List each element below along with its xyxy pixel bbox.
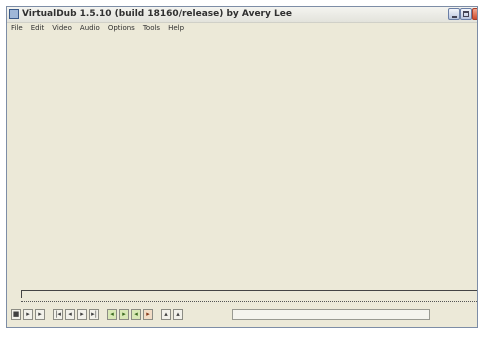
minimize-button[interactable] [448,8,460,20]
video-panes-area [7,35,477,291]
app-window: VirtualDub 1.5.10 (build 18160/release) … [6,6,478,328]
scene-back-button[interactable]: ◂ [131,309,141,320]
scene-forward-button[interactable]: ▸ [143,309,153,320]
playback-toolbar: ■ ▸ ▸ |◂ ◂ ▸ ▸| ◂ ▸ ◂ ▸ ▴ ▴ [11,309,475,323]
end-icon: ▸| [91,310,97,318]
go-to-start-button[interactable]: |◂ [53,309,63,320]
play-input-button[interactable]: ▸ [23,309,33,320]
step-back-button[interactable]: ◂ [65,309,75,320]
play-output-icon: ▸ [38,310,42,318]
minimize-icon [452,16,457,18]
menu-options[interactable]: Options [108,23,135,34]
close-button[interactable] [472,8,477,20]
position-slider-ticks[interactable] [21,299,477,302]
go-to-end-button[interactable]: ▸| [89,309,99,320]
menu-video[interactable]: Video [52,23,72,34]
mark-in-icon: ▴ [164,310,168,318]
menu-help[interactable]: Help [168,23,184,34]
play-input-icon: ▸ [26,310,30,318]
next-keyframe-icon: ▸ [122,310,126,318]
prev-keyframe-icon: ◂ [110,310,114,318]
play-output-button[interactable]: ▸ [35,309,45,320]
stop-icon: ■ [12,310,20,318]
start-icon: |◂ [55,310,61,318]
window-title: VirtualDub 1.5.10 (build 18160/release) … [22,9,292,19]
menu-bar: File Edit Video Audio Options Tools Help [7,23,477,34]
app-icon[interactable] [9,9,19,19]
menu-tools[interactable]: Tools [143,23,160,34]
step-forward-button[interactable]: ▸ [77,309,87,320]
stop-button[interactable]: ■ [11,309,21,320]
mark-in-button[interactable]: ▴ [161,309,171,320]
menu-file[interactable]: File [11,23,23,34]
prev-keyframe-button[interactable]: ◂ [107,309,117,320]
frame-position-field[interactable] [232,309,430,320]
menu-edit[interactable]: Edit [31,23,45,34]
maximize-icon [463,11,469,17]
scene-forward-icon: ▸ [146,310,150,318]
position-slider-track[interactable] [21,290,477,298]
forward-icon: ▸ [80,310,84,318]
maximize-button[interactable] [460,8,472,20]
mark-out-icon: ▴ [176,310,180,318]
mark-out-button[interactable]: ▴ [173,309,183,320]
back-icon: ◂ [68,310,72,318]
title-bar[interactable]: VirtualDub 1.5.10 (build 18160/release) … [7,7,477,23]
scene-back-icon: ◂ [134,310,138,318]
menu-audio[interactable]: Audio [80,23,100,34]
next-keyframe-button[interactable]: ▸ [119,309,129,320]
